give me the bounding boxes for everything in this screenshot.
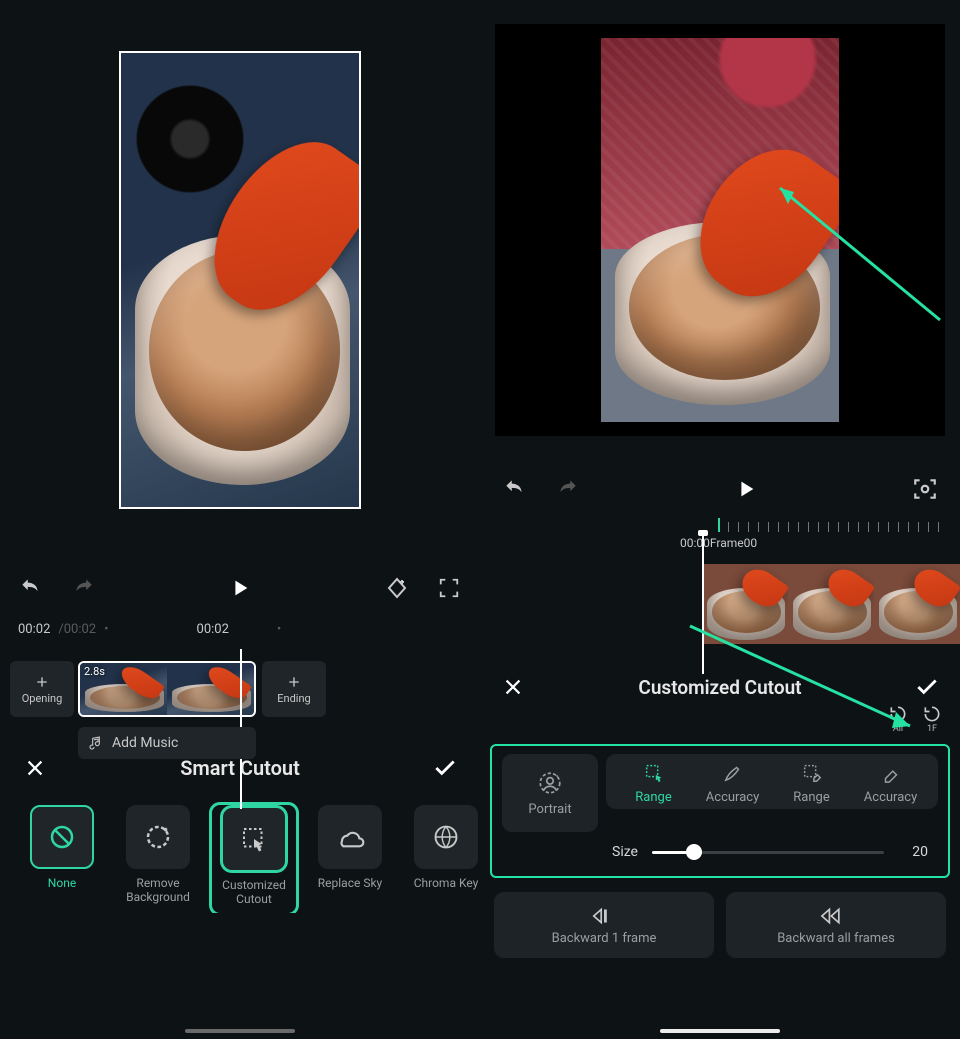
tool-none[interactable]: None — [20, 805, 104, 913]
panel-header: Customized Cutout — [480, 664, 960, 704]
player-controls — [0, 560, 480, 616]
backward-all-frames-button[interactable]: Backward all frames — [726, 892, 946, 958]
none-icon — [47, 822, 77, 852]
timeline-clip[interactable]: 2.8s — [78, 661, 256, 717]
chroma-icon — [432, 823, 460, 851]
timeline[interactable]: Opening 2.8s Ending Add Music — [0, 649, 480, 749]
reset-icon — [888, 704, 908, 724]
player-controls — [480, 460, 960, 518]
size-slider[interactable] — [652, 842, 884, 862]
undo-button[interactable] — [498, 472, 532, 506]
tool-replace-sky[interactable]: Replace Sky — [308, 805, 392, 913]
clip-duration: 2.8s — [84, 665, 105, 678]
fullscreen-button[interactable] — [432, 571, 466, 605]
reset-buttons: All 1F — [480, 704, 960, 740]
accuracy-eraser-icon — [880, 762, 902, 784]
backward-1-frame-button[interactable]: Backward 1 frame — [494, 892, 714, 958]
back1-icon — [590, 905, 618, 927]
panel-title: Customized Cutout — [638, 676, 801, 699]
playhead[interactable] — [702, 534, 704, 674]
tab-range-paint[interactable]: Range — [614, 762, 693, 805]
redo-button[interactable] — [66, 571, 100, 605]
reset-1frame-button[interactable]: 1F — [922, 704, 942, 734]
close-button[interactable] — [498, 672, 528, 702]
slider-knob[interactable] — [686, 844, 702, 860]
preview-area[interactable] — [0, 0, 480, 560]
tool-remove-background[interactable]: RemoveBackground — [116, 805, 200, 913]
confirm-button[interactable] — [912, 672, 942, 702]
tool-chroma-key[interactable]: Chroma Key — [404, 805, 480, 913]
home-indicator — [660, 1029, 780, 1033]
remove-bg-icon — [143, 822, 173, 852]
customized-cutout-icon — [239, 824, 269, 854]
sky-icon — [334, 821, 366, 853]
reset-all-button[interactable]: All — [888, 704, 908, 734]
tab-range-erase[interactable]: Range — [772, 762, 851, 805]
time-marker: 00:02 — [197, 622, 229, 637]
time-current: 00:02 — [18, 622, 50, 637]
close-button[interactable] — [20, 753, 50, 783]
home-indicator — [185, 1029, 295, 1033]
play-button[interactable] — [224, 572, 256, 604]
preview-area — [480, 0, 960, 460]
add-ending-button[interactable]: Ending — [262, 661, 326, 717]
focus-button[interactable] — [908, 472, 942, 506]
play-button[interactable] — [730, 473, 762, 505]
portrait-button[interactable]: Portrait — [502, 754, 598, 832]
redo-button[interactable] — [550, 472, 584, 506]
time-total: /00:02 — [58, 622, 96, 637]
confirm-button[interactable] — [430, 753, 460, 783]
timecode-row: 00:02/00:02 • 00:02 • — [0, 616, 480, 637]
add-music-button[interactable]: Add Music — [78, 727, 256, 759]
cutout-tools: None RemoveBackground CustomizedCutout R… — [0, 791, 480, 913]
smart-cutout-pane: 00:02/00:02 • 00:02 • Opening 2.8s Endin… — [0, 0, 480, 1039]
cutout-mode-box: Portrait Range Accuracy Range Accuracy — [490, 744, 950, 878]
add-opening-button[interactable]: Opening — [10, 661, 74, 717]
timeline-thumbnails[interactable] — [480, 564, 960, 664]
brush-tabs: Range Accuracy Range Accuracy — [606, 754, 938, 809]
size-value: 20 — [898, 844, 928, 860]
reset-icon — [922, 704, 942, 724]
timeline-ruler[interactable]: 00:00Frame00 — [498, 518, 942, 538]
undo-button[interactable] — [14, 571, 48, 605]
video-canvas[interactable] — [495, 24, 945, 436]
range-brush-icon — [643, 762, 665, 784]
customized-cutout-pane: 00:00Frame00 Customized Cutout All 1F — [480, 0, 960, 1039]
size-slider-row: Size 20 — [502, 832, 938, 862]
tool-customized-cutout[interactable]: CustomizedCutout — [212, 805, 296, 913]
keyframe-button[interactable] — [380, 571, 414, 605]
tab-accuracy-paint[interactable]: Accuracy — [693, 762, 772, 805]
music-icon — [88, 735, 104, 751]
size-label: Size — [612, 844, 638, 860]
portrait-icon — [537, 770, 563, 796]
range-eraser-icon — [801, 762, 823, 784]
ruler-label: 00:00Frame00 — [680, 536, 757, 550]
video-preview[interactable] — [119, 51, 361, 509]
tab-accuracy-erase[interactable]: Accuracy — [851, 762, 930, 805]
accuracy-brush-icon — [722, 762, 744, 784]
ruler-marker — [718, 518, 720, 532]
backall-icon — [820, 905, 852, 927]
video-preview[interactable] — [601, 38, 839, 422]
frame-nav-row: Backward 1 frame Backward all frames — [480, 878, 960, 958]
